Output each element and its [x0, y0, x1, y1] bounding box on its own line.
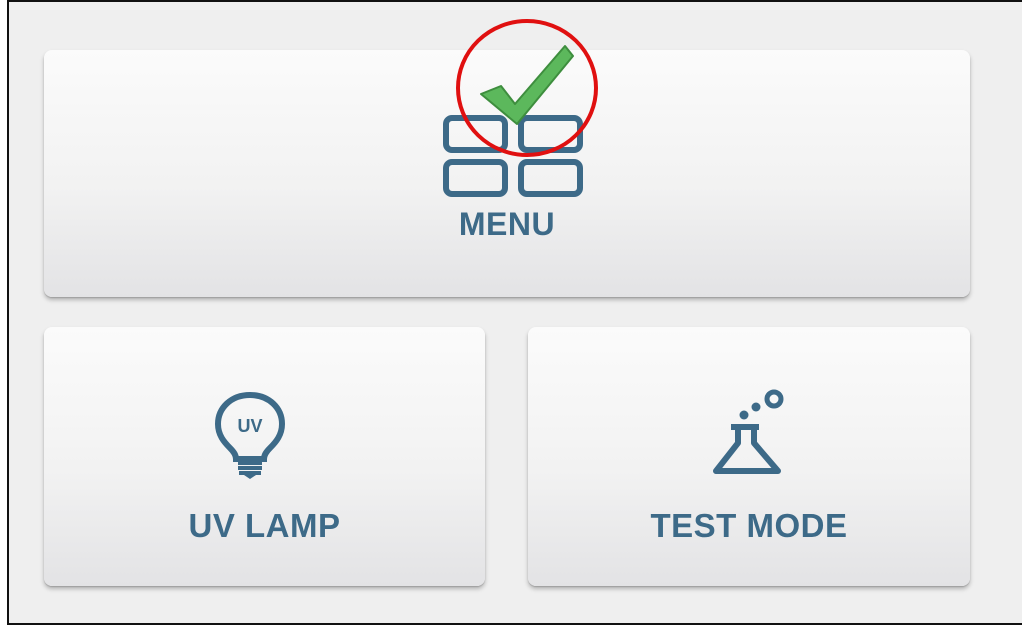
test-mode-label: TEST MODE: [650, 507, 848, 544]
test-mode-button[interactable]: TEST MODE: [528, 327, 970, 586]
uv-lamp-label: UV LAMP: [188, 507, 341, 544]
uv-lamp-button[interactable]: UV UV LAMP: [44, 327, 485, 586]
uv-icon-text: UV: [237, 416, 262, 436]
flask-icon: [713, 389, 784, 474]
screen-frame: MENU UV UV LAMP TEST MODE: [7, 0, 1022, 625]
menu-label: MENU: [458, 206, 556, 242]
uv-bulb-icon: UV: [214, 391, 286, 479]
grid-icon: [443, 115, 583, 197]
menu-button[interactable]: MENU: [44, 50, 970, 297]
